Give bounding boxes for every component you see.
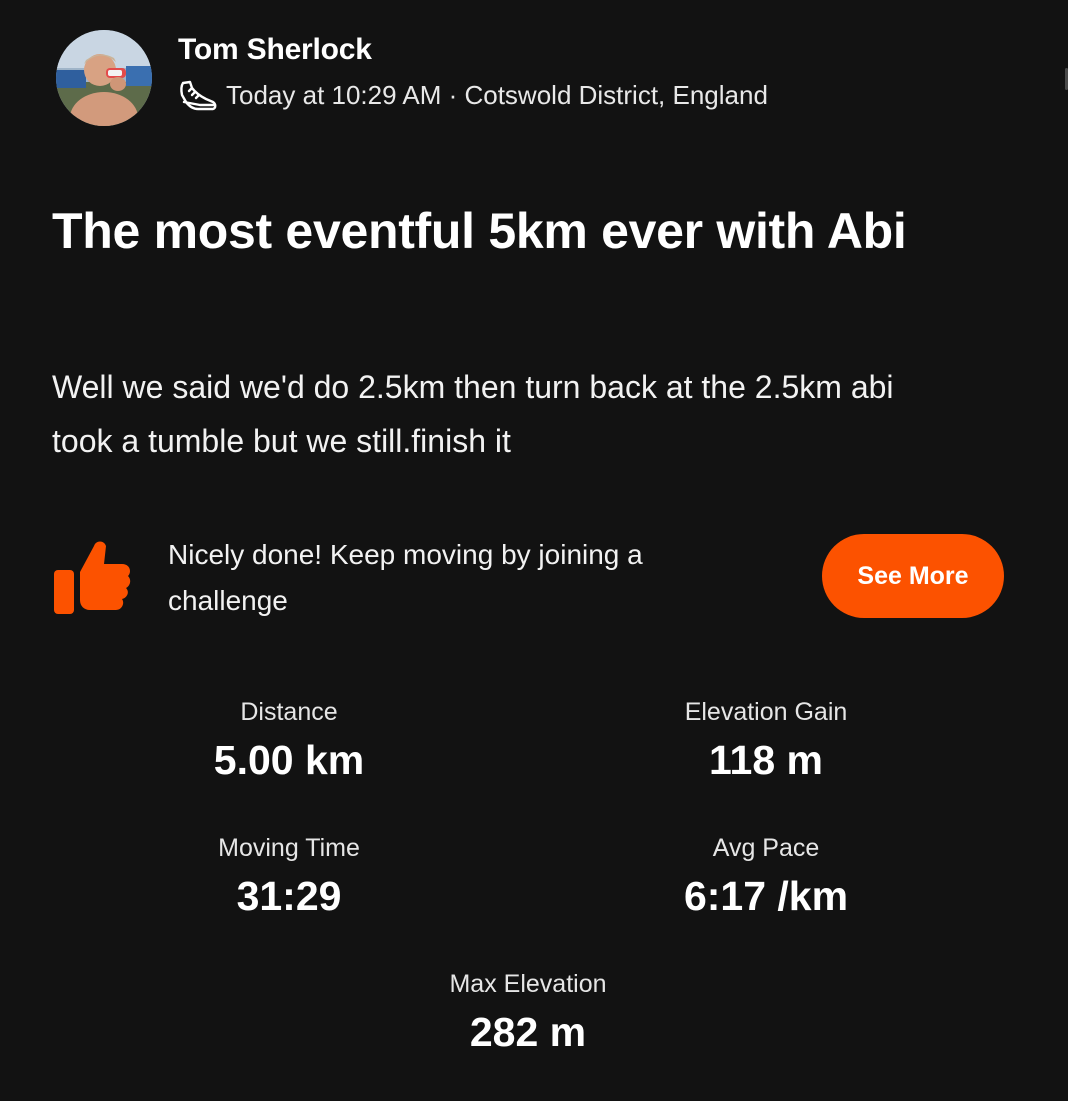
stat-label: Elevation Gain <box>684 698 848 726</box>
avatar[interactable] <box>56 30 152 126</box>
stat-label: Moving Time <box>218 834 360 862</box>
activity-meta: Tom Sherlock Today at 10:29 AM · Cotswol… <box>178 30 768 112</box>
promo-message: Nicely done! Keep moving by joining a ch… <box>168 539 643 616</box>
stat-max-elevation: Max Elevation 282 m <box>348 969 708 1055</box>
stat-avg-pace: Avg Pace 6:17 /km <box>586 833 946 919</box>
stat-distance: Distance 5.00 km <box>109 697 469 783</box>
activity-description: Well we said we'd do 2.5km then turn bac… <box>52 369 894 459</box>
stat-elevation-gain: Elevation Gain 118 m <box>586 697 946 783</box>
stat-label: Distance <box>240 698 338 726</box>
stat-value: 118 m <box>709 737 823 783</box>
stat-label: Avg Pace <box>712 834 820 862</box>
activity-header: Tom Sherlock Today at 10:29 AM · Cotswol… <box>56 30 768 126</box>
activity-subline: Today at 10:29 AM · Cotswold District, E… <box>178 78 768 112</box>
stat-moving-time: Moving Time 31:29 <box>109 833 469 919</box>
see-more-button[interactable]: See More <box>822 534 1004 618</box>
stat-value: 6:17 /km <box>683 873 849 919</box>
running-shoe-icon <box>180 80 217 111</box>
activity-title[interactable]: The most eventful 5km ever with Abi <box>52 200 952 262</box>
thumbs-up-icon <box>54 541 131 614</box>
athlete-name[interactable]: Tom Sherlock <box>178 32 768 68</box>
stat-value: 31:29 <box>236 873 342 919</box>
stat-value: 282 m <box>469 1009 587 1055</box>
stat-value: 5.00 km <box>213 737 365 783</box>
timestamp-location: Today at 10:29 AM · Cotswold District, E… <box>226 80 768 110</box>
challenge-promo: Nicely done! Keep moving by joining a ch… <box>50 532 1010 622</box>
stat-label: Max Elevation <box>449 970 607 998</box>
